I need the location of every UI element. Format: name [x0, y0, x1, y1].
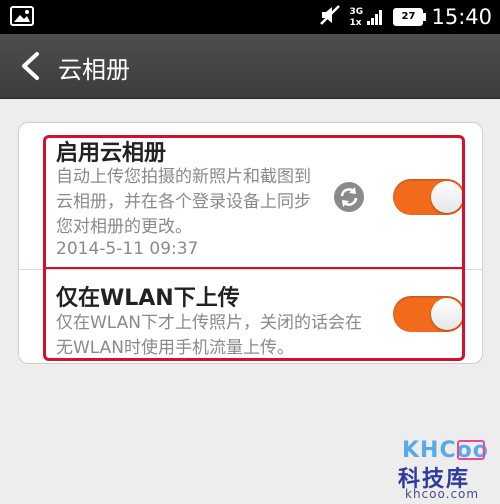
- screenshot-icon: [10, 6, 34, 26]
- network-bottom-label: 1x: [349, 18, 362, 28]
- network-indicator: 3G 1x: [349, 4, 385, 30]
- chevron-left-icon: [22, 52, 39, 80]
- watermark-url: khcoo.com: [405, 487, 480, 501]
- book-icon: [457, 440, 485, 460]
- status-time: 15:40: [431, 5, 492, 29]
- back-button[interactable]: [10, 44, 50, 88]
- status-bar: 3G 1x 27 15:40: [0, 0, 500, 34]
- battery-indicator: 27: [393, 8, 427, 26]
- mute-icon: [319, 4, 341, 30]
- annotation-divider: [45, 267, 463, 269]
- network-top-label: 3G: [349, 7, 364, 17]
- annotation-highlight-box: [43, 135, 465, 361]
- title-bar: 云相册: [0, 34, 500, 99]
- page-title: 云相册: [58, 56, 130, 84]
